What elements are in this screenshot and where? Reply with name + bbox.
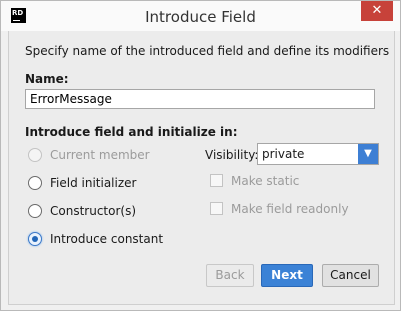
name-label: Name: (25, 72, 69, 86)
radio-label: Current member (50, 148, 150, 162)
checkbox-label: Make static (231, 174, 300, 188)
radio-button-checked[interactable] (28, 232, 42, 246)
next-button[interactable]: Next (261, 264, 313, 287)
close-button[interactable]: ✕ (361, 1, 393, 21)
radio-label[interactable]: Field initializer (50, 176, 136, 190)
radio-label[interactable]: Constructor(s) (50, 204, 136, 218)
title-bar[interactable]: RD Introduce Field ✕ (1, 1, 400, 31)
visibility-value: private (262, 147, 305, 161)
radio-label[interactable]: Introduce constant (50, 232, 163, 246)
dropdown-arrow-glyph: ▼ (364, 148, 372, 159)
cancel-button[interactable]: Cancel (322, 264, 379, 287)
checkbox (210, 174, 223, 187)
close-icon: ✕ (371, 3, 383, 18)
dialog-content: Specify name of the introduced field and… (8, 31, 395, 305)
dialog-window: RD Introduce Field ✕ Specify name of the… (0, 0, 401, 311)
back-button: Back (206, 264, 254, 287)
checkbox (210, 202, 223, 215)
init-section-label: Introduce field and initialize in: (25, 125, 238, 139)
field-name-input[interactable] (25, 89, 375, 109)
visibility-dropdown[interactable]: private ▼ (257, 143, 379, 165)
radio-button[interactable] (28, 204, 42, 218)
dialog-description: Specify name of the introduced field and… (25, 44, 390, 58)
visibility-label: Visibility: (205, 148, 259, 162)
dropdown-arrow-icon[interactable]: ▼ (358, 144, 378, 164)
radio-button (28, 148, 42, 162)
dialog-title: Introduce Field (145, 8, 256, 26)
checkbox-label: Make field readonly (231, 202, 349, 216)
radio-button[interactable] (28, 176, 42, 190)
